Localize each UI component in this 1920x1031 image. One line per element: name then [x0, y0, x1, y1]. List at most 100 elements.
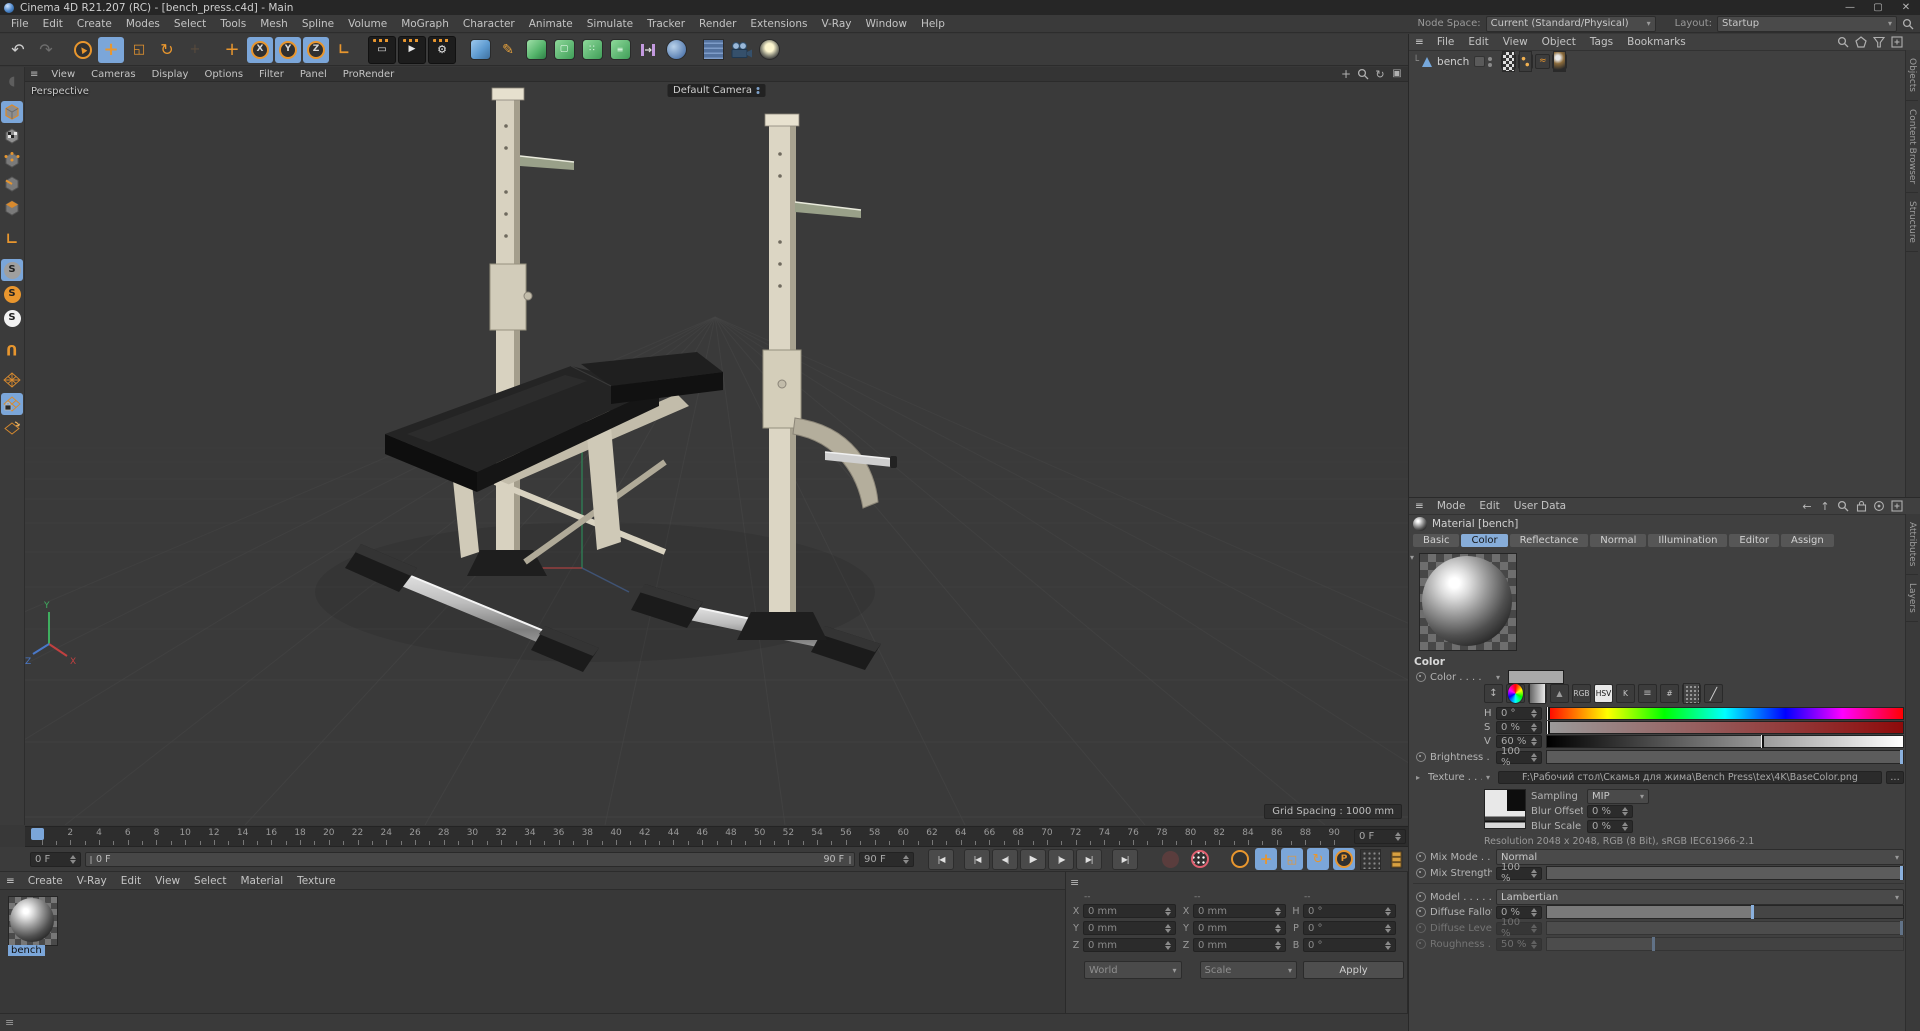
- preview-range-slider[interactable]: ‖ 0 F 90 F ‖: [85, 851, 856, 867]
- visibility-dots-icon[interactable]: [1488, 56, 1493, 67]
- tab-illumination[interactable]: Illumination: [1648, 534, 1728, 547]
- value-slider[interactable]: [1546, 734, 1904, 748]
- autokey-button[interactable]: [1187, 846, 1213, 872]
- world-select[interactable]: World ▾: [1084, 961, 1182, 979]
- light-button[interactable]: [756, 37, 782, 63]
- viewport-menu-options[interactable]: Options: [196, 69, 251, 80]
- menu-extensions[interactable]: Extensions: [743, 18, 814, 30]
- zoom-view-icon[interactable]: [1356, 67, 1370, 81]
- subdivision-surface-button[interactable]: [523, 37, 549, 63]
- hamburger-icon[interactable]: ≡: [5, 1016, 14, 1029]
- tab-assign[interactable]: Assign: [1781, 534, 1834, 547]
- diffuse-falloff-slider[interactable]: [1546, 905, 1904, 919]
- hamburger-icon[interactable]: ≡: [1409, 500, 1430, 512]
- model-mode-button[interactable]: [1, 101, 23, 123]
- search-icon[interactable]: [1836, 35, 1850, 49]
- object-menu-object[interactable]: Object: [1535, 36, 1583, 48]
- layout-select[interactable]: Startup ▾: [1717, 15, 1897, 32]
- viewport-menu-display[interactable]: Display: [144, 69, 197, 80]
- rotate-tool-icon[interactable]: ↻: [154, 37, 180, 63]
- hamburger-icon[interactable]: ≡: [25, 69, 43, 80]
- camera-button[interactable]: [728, 37, 754, 63]
- camera-menu-icon[interactable]: [756, 87, 760, 94]
- add-panel-icon[interactable]: [1890, 35, 1904, 49]
- attribute-menu-mode[interactable]: Mode: [1430, 500, 1473, 512]
- color-wheel-icon[interactable]: [1506, 683, 1525, 704]
- side-tab-structure[interactable]: Structure: [1906, 193, 1918, 253]
- camera-label[interactable]: Default Camera: [667, 84, 766, 97]
- move-tool-icon[interactable]: +: [98, 36, 124, 63]
- mix-mode-select[interactable]: Normal ▾: [1496, 849, 1904, 865]
- current-frame-field[interactable]: 0 F: [30, 851, 82, 867]
- coordinate-group-header[interactable]: --: [1292, 892, 1396, 904]
- tab-reflectance[interactable]: Reflectance: [1509, 534, 1589, 547]
- k-mode-button[interactable]: K: [1616, 684, 1635, 703]
- coordinate-field[interactable]: 0 mm: [1193, 921, 1286, 935]
- spinner[interactable]: [1275, 940, 1281, 950]
- coordinate-group-header[interactable]: --: [1072, 892, 1176, 904]
- tab-basic[interactable]: Basic: [1413, 534, 1460, 547]
- scene-browser-icon[interactable]: [1854, 35, 1868, 49]
- menu-file[interactable]: File: [4, 18, 36, 30]
- rotate-view-icon[interactable]: ↻: [1373, 67, 1387, 81]
- timeline-playhead[interactable]: [31, 828, 44, 840]
- filter-icon[interactable]: [1872, 35, 1886, 49]
- sampling-select[interactable]: MIP ▾: [1587, 788, 1649, 804]
- spinner[interactable]: [903, 854, 909, 864]
- symmetry-button[interactable]: [635, 37, 661, 63]
- menu-modes[interactable]: Modes: [119, 18, 167, 30]
- maximize-button[interactable]: ▢: [1864, 0, 1892, 15]
- timeline-ruler[interactable]: 0246810121416182022242628303234363840424…: [25, 826, 1408, 847]
- lock-icon[interactable]: [1854, 499, 1868, 513]
- menu-volume[interactable]: Volume: [341, 18, 394, 30]
- planar-workplane-icon[interactable]: [1, 417, 23, 439]
- layout-search-icon[interactable]: [1902, 18, 1914, 30]
- animation-radio-icon[interactable]: [1416, 868, 1426, 878]
- animation-radio-icon[interactable]: [1416, 892, 1426, 902]
- undo-icon[interactable]: ↶: [5, 37, 31, 63]
- hue-field[interactable]: 0 °: [1496, 706, 1542, 720]
- next-frame-button[interactable]: |▶: [1048, 848, 1074, 870]
- coordinate-field[interactable]: 0 °: [1303, 921, 1396, 935]
- attribute-menu-user-data[interactable]: User Data: [1507, 500, 1573, 512]
- menu-tools[interactable]: Tools: [213, 18, 253, 30]
- object-name[interactable]: bench: [1435, 56, 1471, 68]
- scale-tool-icon[interactable]: ◱: [126, 37, 152, 63]
- model-select[interactable]: Lambertian ▾: [1496, 889, 1904, 905]
- spinner[interactable]: [70, 854, 77, 864]
- record-scale-toggle[interactable]: ◱: [1281, 848, 1303, 870]
- scale-select[interactable]: Scale ▾: [1199, 961, 1298, 979]
- material-menu-edit[interactable]: Edit: [114, 875, 148, 887]
- display-tag-icon[interactable]: [1501, 51, 1517, 72]
- object-row[interactable]: └ bench ≈: [1413, 51, 1568, 72]
- play-button[interactable]: ▶: [1020, 848, 1046, 870]
- snap-enable-icon[interactable]: U: [1, 338, 23, 360]
- material-menu-view[interactable]: View: [148, 875, 187, 887]
- material-preview[interactable]: [1419, 553, 1517, 651]
- redo-icon[interactable]: ↷: [33, 37, 59, 63]
- record-rotation-toggle[interactable]: ↻: [1307, 848, 1329, 870]
- record-button[interactable]: [1157, 846, 1183, 872]
- menu-select[interactable]: Select: [167, 18, 213, 30]
- chevron-down-icon[interactable]: ▾: [1486, 773, 1494, 782]
- point-level-animation-toggle[interactable]: [1359, 848, 1381, 870]
- floor-button[interactable]: [700, 37, 726, 63]
- record-parameter-toggle[interactable]: P: [1333, 848, 1355, 870]
- minimize-button[interactable]: —: [1836, 0, 1864, 15]
- make-editable-icon[interactable]: ◖: [1, 70, 23, 92]
- picture-icon[interactable]: ▲: [1550, 684, 1569, 703]
- up-icon[interactable]: ↑: [1818, 499, 1832, 513]
- locked-workplane-button[interactable]: [1, 393, 23, 415]
- coordinate-field[interactable]: 0 °: [1303, 938, 1396, 952]
- new-panel-icon[interactable]: [1890, 499, 1904, 513]
- view-label[interactable]: Perspective: [31, 86, 89, 97]
- goto-end-button[interactable]: ▶|: [1112, 848, 1138, 870]
- uvw-tag-icon[interactable]: ≈: [1535, 54, 1551, 69]
- spinner[interactable]: [1275, 906, 1281, 916]
- hex-icon[interactable]: #: [1660, 684, 1679, 703]
- prev-key-button[interactable]: |◀: [964, 848, 990, 870]
- coordinate-system-icon[interactable]: ∟: [331, 37, 357, 63]
- animation-radio-icon[interactable]: [1416, 672, 1426, 682]
- coordinate-field[interactable]: 0 mm: [1083, 904, 1176, 918]
- side-tab-layers[interactable]: Layers: [1906, 575, 1918, 623]
